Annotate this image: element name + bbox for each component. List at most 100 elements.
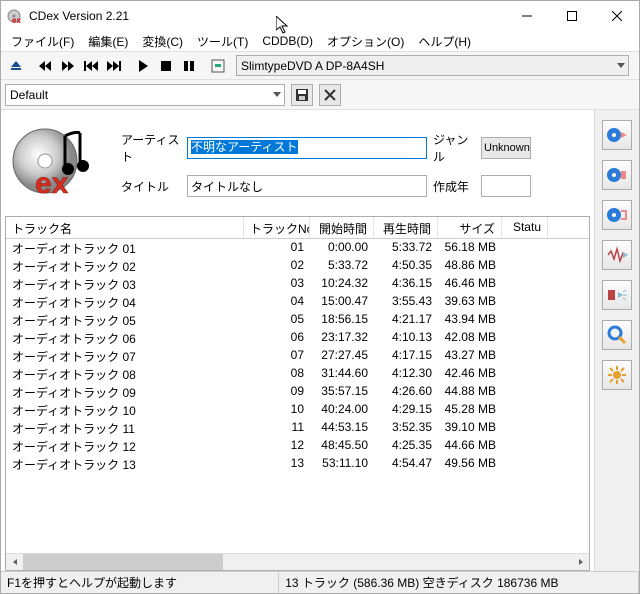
- cell-status: [502, 329, 548, 347]
- cell-name: オーディオトラック 13: [6, 455, 244, 473]
- cell-name: オーディオトラック 11: [6, 419, 244, 437]
- table-row[interactable]: オーディオトラック 111144:53.153:52.3539.10 MB: [6, 419, 589, 437]
- menu-cddb[interactable]: CDDB(D): [256, 33, 319, 49]
- table-row[interactable]: オーディオトラック 040415:00.473:55.4339.63 MB: [6, 293, 589, 311]
- cell-name: オーディオトラック 06: [6, 329, 244, 347]
- convert-mp3-wav-button[interactable]: [602, 280, 632, 310]
- col-start[interactable]: 開始時間: [310, 217, 374, 238]
- col-status[interactable]: Statu: [502, 217, 548, 238]
- convert-wav-mp3-button[interactable]: [602, 240, 632, 270]
- title-input[interactable]: タイトルなし: [187, 175, 427, 197]
- cell-no: 06: [244, 329, 310, 347]
- play-button[interactable]: [132, 55, 154, 77]
- cell-start: 0:00.00: [310, 239, 374, 257]
- genre-label: ジャンル: [433, 131, 475, 165]
- menu-help[interactable]: ヘルプ(H): [412, 32, 477, 51]
- cell-status: [502, 311, 548, 329]
- close-button[interactable]: [594, 2, 639, 31]
- pause-button[interactable]: [178, 55, 200, 77]
- year-input[interactable]: [481, 175, 531, 197]
- menu-options[interactable]: オプション(O): [321, 32, 410, 51]
- table-row[interactable]: オーディオトラック 01010:00.005:33.7256.18 MB: [6, 239, 589, 257]
- minimize-button[interactable]: [504, 2, 549, 31]
- cell-no: 12: [244, 437, 310, 455]
- col-play[interactable]: 再生時間: [374, 217, 438, 238]
- genre-button[interactable]: Unknown: [481, 137, 531, 159]
- save-profile-button[interactable]: [291, 84, 313, 106]
- horizontal-scrollbar[interactable]: [6, 553, 589, 570]
- settings-button[interactable]: [602, 360, 632, 390]
- drive-select[interactable]: SlimtypeDVD A DP-8A4SH: [236, 55, 629, 76]
- statusbar: F1を押すとヘルプが起動します 13 トラック (586.36 MB) 空きディ…: [1, 571, 639, 593]
- table-row[interactable]: オーディオトラック 121248:45.504:25.3544.66 MB: [6, 437, 589, 455]
- cell-start: 35:57.15: [310, 383, 374, 401]
- cell-play: 4:21.17: [374, 311, 438, 329]
- skip-forward-button[interactable]: [103, 55, 125, 77]
- table-row[interactable]: オーディオトラック 050518:56.154:21.1743.94 MB: [6, 311, 589, 329]
- cell-name: オーディオトラック 04: [6, 293, 244, 311]
- skip-back-button[interactable]: [80, 55, 102, 77]
- status-help-text: F1を押すとヘルプが起動します: [1, 572, 279, 593]
- scroll-thumb[interactable]: [23, 554, 223, 570]
- cell-no: 04: [244, 293, 310, 311]
- app-logo: ex: [5, 116, 115, 206]
- menu-tools[interactable]: ツール(T): [191, 32, 254, 51]
- profile-select-value: Default: [10, 88, 48, 102]
- artist-input[interactable]: 不明なアーティスト: [187, 137, 427, 159]
- scroll-right-icon[interactable]: [572, 554, 589, 570]
- cell-status: [502, 437, 548, 455]
- table-row[interactable]: オーディオトラック 070727:27.454:17.1543.27 MB: [6, 347, 589, 365]
- fast-forward-button[interactable]: [57, 55, 79, 77]
- cell-play: 3:52.35: [374, 419, 438, 437]
- cell-status: [502, 455, 548, 473]
- col-size[interactable]: サイズ: [438, 217, 502, 238]
- cell-name: オーディオトラック 09: [6, 383, 244, 401]
- maximize-button[interactable]: [549, 2, 594, 31]
- view-files-button[interactable]: [602, 320, 632, 350]
- table-row[interactable]: オーディオトラック 131353:11.104:54.4749.56 MB: [6, 455, 589, 473]
- cell-play: 4:54.47: [374, 455, 438, 473]
- cell-name: オーディオトラック 12: [6, 437, 244, 455]
- cell-start: 44:53.15: [310, 419, 374, 437]
- cell-play: 3:55.43: [374, 293, 438, 311]
- table-row[interactable]: オーディオトラック 030310:24.324:36.1546.46 MB: [6, 275, 589, 293]
- cell-size: 56.18 MB: [438, 239, 502, 257]
- rewind-button[interactable]: [34, 55, 56, 77]
- cell-status: [502, 401, 548, 419]
- table-header: トラック名 トラックNo 開始時間 再生時間 サイズ Statu: [6, 217, 589, 239]
- cell-play: 4:12.30: [374, 365, 438, 383]
- delete-profile-button[interactable]: [319, 84, 341, 106]
- cell-size: 43.94 MB: [438, 311, 502, 329]
- chevron-down-icon: [272, 88, 282, 102]
- titlebar: ex CDex Version 2.21: [1, 1, 639, 31]
- cell-start: 18:56.15: [310, 311, 374, 329]
- cell-size: 42.46 MB: [438, 365, 502, 383]
- cell-status: [502, 419, 548, 437]
- extract-compressed-button[interactable]: [602, 160, 632, 190]
- cell-no: 10: [244, 401, 310, 419]
- scroll-left-icon[interactable]: [6, 554, 23, 570]
- menu-file[interactable]: ファイル(F): [5, 32, 80, 51]
- eject-button[interactable]: [5, 55, 27, 77]
- cell-status: [502, 347, 548, 365]
- col-name[interactable]: トラック名: [6, 217, 244, 238]
- menu-convert[interactable]: 変換(C): [136, 32, 189, 51]
- table-row[interactable]: オーディオトラック 02025:33.724:50.3548.86 MB: [6, 257, 589, 275]
- table-row[interactable]: オーディオトラック 090935:57.154:26.6044.88 MB: [6, 383, 589, 401]
- menu-edit[interactable]: 編集(E): [82, 32, 134, 51]
- cell-start: 5:33.72: [310, 257, 374, 275]
- cell-play: 4:29.15: [374, 401, 438, 419]
- table-row[interactable]: オーディオトラック 101040:24.004:29.1545.28 MB: [6, 401, 589, 419]
- col-no[interactable]: トラックNo: [244, 217, 310, 238]
- stop-button[interactable]: [155, 55, 177, 77]
- extract-tracks-button[interactable]: [602, 120, 632, 150]
- table-row[interactable]: オーディオトラック 080831:44.604:12.3042.46 MB: [6, 365, 589, 383]
- status-summary: 13 トラック (586.36 MB) 空きディスク 186736 MB: [279, 572, 639, 593]
- cell-play: 4:26.60: [374, 383, 438, 401]
- configure-button[interactable]: [207, 55, 229, 77]
- partial-track-button[interactable]: [602, 200, 632, 230]
- table-row[interactable]: オーディオトラック 060623:17.324:10.1342.08 MB: [6, 329, 589, 347]
- cell-no: 11: [244, 419, 310, 437]
- profile-select[interactable]: Default: [5, 84, 285, 106]
- track-list: トラック名 トラックNo 開始時間 再生時間 サイズ Statu オーディオトラ…: [5, 216, 590, 571]
